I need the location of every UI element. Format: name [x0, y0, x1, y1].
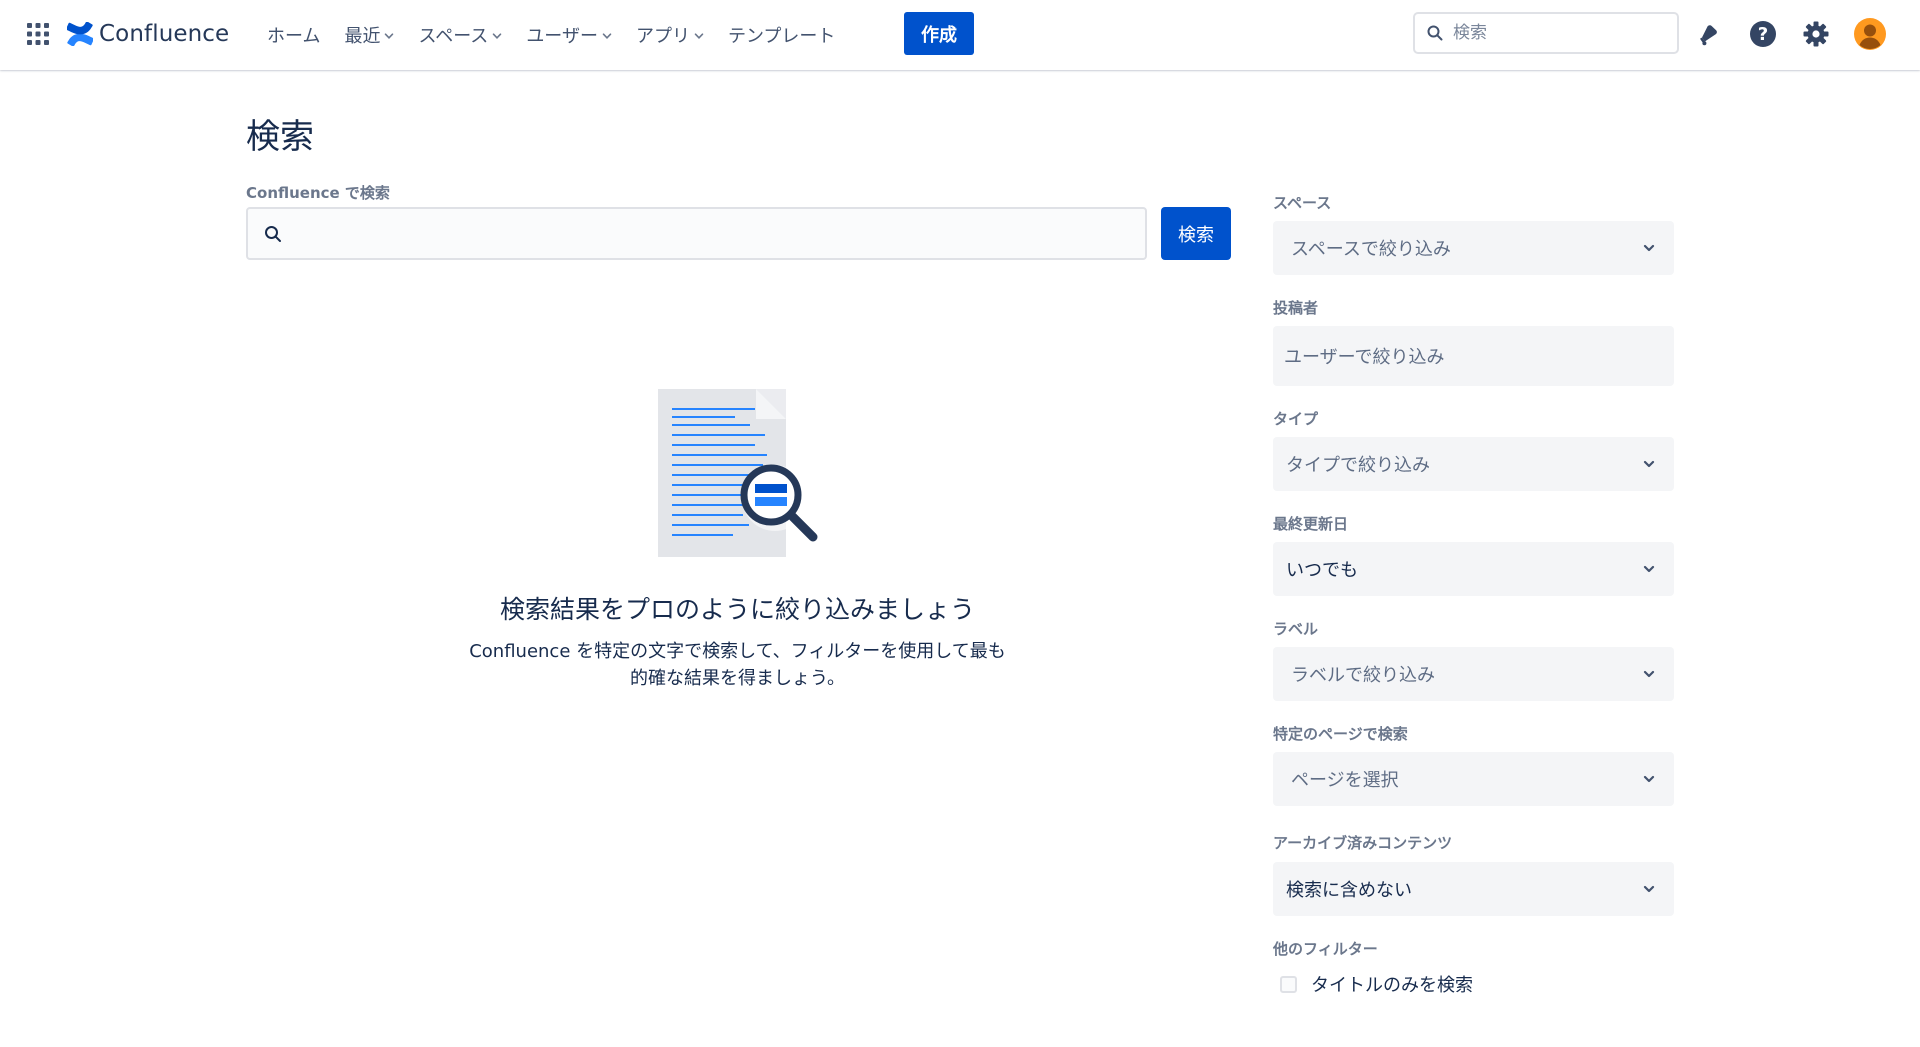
chevron-down-icon [1643, 460, 1655, 468]
search-field-label: Confluence で検索 [246, 184, 390, 202]
chevron-down-icon [694, 33, 704, 39]
nav-item-spaces[interactable]: スペース [406, 15, 514, 55]
space-filter-select[interactable]: スペースで絞り込み [1273, 221, 1674, 275]
space-filter-value: スペースで絞り込み [1291, 239, 1451, 260]
chevron-down-icon [385, 33, 394, 39]
type-filter-select[interactable]: タイプで絞り込み [1273, 437, 1674, 491]
nav-item-recent[interactable]: 最近 [332, 15, 406, 55]
apps-grid-icon[interactable] [27, 23, 49, 45]
chevron-down-icon [493, 33, 502, 39]
nav-item-apps[interactable]: アプリ [624, 15, 716, 55]
last-modified-filter-select[interactable]: いつでも [1273, 542, 1674, 596]
help-icon[interactable]: ? [1746, 17, 1780, 51]
brand-name: Confluence [99, 21, 230, 47]
archived-filter-value: 検索に含めない [1286, 880, 1412, 901]
page-title: 検索 [246, 117, 314, 157]
filter-label-space: スペース [1273, 194, 1332, 212]
document-search-illustration [658, 389, 818, 557]
search-icon [1427, 25, 1443, 41]
nav-item-label: ユーザー [526, 26, 598, 47]
filter-label-type: タイプ [1273, 410, 1319, 428]
filter-label-other: 他のフィルター [1273, 940, 1378, 958]
contributor-filter-input[interactable]: ユーザーで絞り込み [1273, 326, 1674, 386]
filter-label-page: 特定のページで検索 [1273, 725, 1408, 743]
main-search-input[interactable] [292, 223, 1132, 244]
page-filter-value: ページを選択 [1291, 770, 1399, 791]
contributor-filter-placeholder: ユーザーで絞り込み [1284, 347, 1445, 368]
title-only-label: タイトルのみを検索 [1311, 975, 1473, 996]
settings-icon[interactable] [1799, 17, 1833, 51]
global-search-input[interactable] [1453, 23, 1653, 43]
chevron-down-icon [1643, 775, 1655, 783]
nav-item-label: テンプレート [727, 26, 836, 47]
create-button[interactable]: 作成 [904, 12, 974, 55]
notification-icon[interactable] [1692, 17, 1726, 51]
chevron-down-icon [1643, 244, 1655, 252]
main-search-box[interactable] [246, 207, 1147, 260]
label-filter-value: ラベルで絞り込み [1291, 665, 1435, 686]
nav-item-templates[interactable]: テンプレート [716, 15, 847, 55]
empty-state-description: Confluence を特定の文字で検索して、フィルターを使用して最も的確な結果… [469, 641, 1006, 689]
page-filter-select[interactable]: ページを選択 [1273, 752, 1674, 806]
global-search[interactable] [1413, 12, 1679, 54]
chevron-down-icon [602, 33, 612, 39]
label-filter-select[interactable]: ラベルで絞り込み [1273, 647, 1674, 701]
empty-state-heading: 検索結果をプロのように絞り込みましょう [499, 595, 975, 624]
chevron-down-icon [1643, 565, 1655, 573]
avatar-icon[interactable] [1853, 17, 1887, 51]
nav-item-label: 最近 [344, 26, 381, 47]
filter-label-last-modified: 最終更新日 [1273, 515, 1349, 533]
chevron-down-icon [1643, 670, 1655, 678]
last-modified-filter-value: いつでも [1286, 560, 1358, 581]
nav-item-label: スペース [418, 26, 489, 47]
top-navigation: Confluence ホーム 最近 スペース ユーザー アプリ テンプレート 作… [0, 0, 1920, 70]
nav-item-users[interactable]: ユーザー [514, 15, 624, 55]
nav-item-label: アプリ [635, 26, 690, 47]
nav-item-home[interactable]: ホーム [255, 15, 332, 55]
nav-item-label: ホーム [267, 26, 321, 47]
filter-label-archived: アーカイブ済みコンテンツ [1273, 834, 1453, 852]
confluence-logo[interactable]: Confluence [67, 18, 229, 50]
search-button[interactable]: 検索 [1161, 207, 1231, 260]
title-only-checkbox-row[interactable]: タイトルのみを検索 [1280, 971, 1473, 997]
type-filter-value: タイプで絞り込み [1286, 455, 1430, 476]
chevron-down-icon [1643, 885, 1655, 893]
filter-label-contributor: 投稿者 [1273, 299, 1319, 317]
primary-nav: ホーム 最近 スペース ユーザー アプリ テンプレート [255, 0, 847, 70]
svg-text:?: ? [1758, 24, 1768, 45]
title-only-checkbox[interactable] [1280, 975, 1297, 993]
archived-filter-select[interactable]: 検索に含めない [1273, 862, 1674, 916]
search-icon [265, 225, 281, 242]
confluence-logo-icon [67, 22, 93, 46]
filter-label-label: ラベル [1273, 620, 1319, 638]
